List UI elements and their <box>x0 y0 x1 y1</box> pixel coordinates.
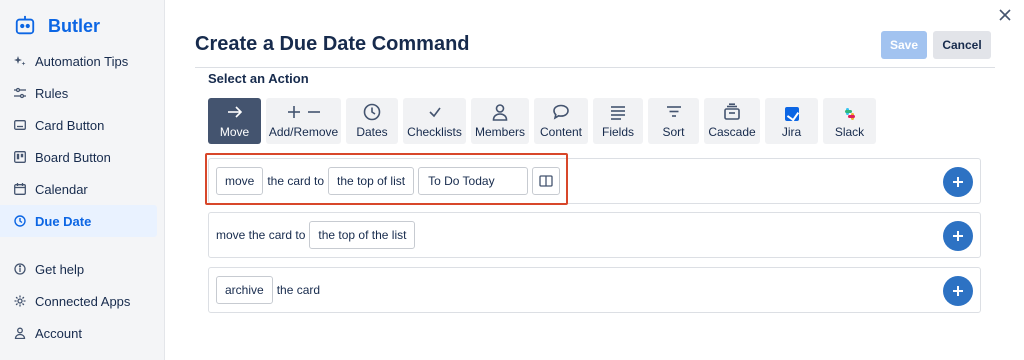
tool-cascade[interactable]: Cascade <box>704 98 760 144</box>
slack-logo-icon <box>843 107 857 121</box>
sidebar-item-rules[interactable]: Rules <box>0 77 157 109</box>
sort-icon <box>666 106 681 117</box>
clock-icon <box>363 103 381 121</box>
butler-brand[interactable]: Butler <box>14 14 100 38</box>
sidebar-item-account[interactable]: Account <box>0 317 157 349</box>
position-dropdown[interactable]: the top of list <box>328 167 415 195</box>
person-icon <box>492 104 508 121</box>
sidebar-item-due-date[interactable]: Due Date <box>0 205 157 237</box>
plus-icon <box>953 286 963 296</box>
person-icon <box>14 327 26 339</box>
tool-label: Jira <box>781 125 802 139</box>
tool-label: Content <box>539 125 583 139</box>
slack-logo-bar <box>844 110 852 113</box>
sidebar-item-label: Board Button <box>35 149 111 165</box>
tool-slack[interactable]: Slack <box>823 98 876 144</box>
header-divider <box>195 67 995 68</box>
section-label: Select an Action <box>208 71 309 86</box>
sidebar-item-label: Due Date <box>35 213 92 229</box>
plus-icon <box>953 231 963 241</box>
sidebar-nav: Automation Tips Rules Card Button Board … <box>0 45 157 349</box>
jira-logo-icon <box>784 107 799 121</box>
tool-label: Sort <box>662 125 685 139</box>
slack-logo-bar <box>847 115 855 118</box>
arrow-right-icon <box>227 106 242 118</box>
list-name-input[interactable]: To Do Today <box>418 167 529 195</box>
add-action-button[interactable] <box>943 276 973 306</box>
speech-bubble-icon <box>553 104 569 120</box>
check-icon <box>428 107 441 118</box>
close-icon[interactable] <box>996 6 1014 24</box>
tool-content[interactable]: Content <box>534 98 588 144</box>
tool-label: Members <box>474 125 525 139</box>
sidebar-item-label: Calendar <box>35 181 88 197</box>
calendar-icon <box>14 183 26 195</box>
card-button-icon <box>14 120 26 130</box>
app-name: Butler <box>48 15 101 36</box>
columns-icon <box>539 175 553 187</box>
plus-minus-icon <box>287 106 320 118</box>
info-icon <box>14 263 26 275</box>
board-button-icon <box>14 151 26 163</box>
position-dropdown[interactable]: the top of the list <box>309 221 416 249</box>
row-text: move the card to <box>216 228 306 242</box>
cascade-icon <box>724 103 740 120</box>
tool-sort[interactable]: Sort <box>648 98 699 144</box>
tool-label: Cascade <box>708 125 756 139</box>
command-row-move-top: move the card to the top of the list <box>208 212 981 258</box>
sidebar-item-calendar[interactable]: Calendar <box>0 173 157 205</box>
tool-add-remove[interactable]: Add/Remove <box>266 98 341 144</box>
tool-dates[interactable]: Dates <box>346 98 398 144</box>
sidebar-item-label: Connected Apps <box>35 293 131 309</box>
tool-label: Add/Remove <box>268 125 339 139</box>
gear-icon <box>14 295 26 307</box>
sidebar-item-label: Rules <box>35 85 69 101</box>
sidebar-item-automation-tips[interactable]: Automation Tips <box>0 45 157 77</box>
butler-robot-icon <box>15 15 35 35</box>
clock-icon <box>14 215 26 227</box>
sparkle-icon <box>14 56 26 66</box>
sidebar-item-label: Card Button <box>35 117 105 133</box>
tool-label: Slack <box>834 125 865 139</box>
sidebar-item-board-button[interactable]: Board Button <box>0 141 157 173</box>
add-action-button[interactable] <box>943 167 973 197</box>
board-picker-button[interactable] <box>532 167 561 195</box>
tool-fields[interactable]: Fields <box>593 98 643 144</box>
sidebar-item-connected-apps[interactable]: Connected Apps <box>0 285 157 317</box>
add-action-button[interactable] <box>943 221 973 251</box>
save-button[interactable]: Save <box>881 31 927 59</box>
sidebar: Butler Automation Tips Rules Card Button… <box>0 0 165 360</box>
action-toolbar: Move Add/Remove Dates Checklists Members… <box>208 98 881 144</box>
tool-members[interactable]: Members <box>471 98 529 144</box>
verb-dropdown[interactable]: archive <box>216 276 273 304</box>
command-row-move: move the card to the top of list To Do T… <box>208 158 981 204</box>
sidebar-item-card-button[interactable]: Card Button <box>0 109 157 141</box>
page-title: Create a Due Date Command <box>195 33 470 55</box>
tool-label: Move <box>219 125 250 139</box>
plus-icon <box>953 177 963 187</box>
row-text: the card to <box>267 174 325 188</box>
tool-label: Dates <box>356 125 388 139</box>
sidebar-item-label: Account <box>35 325 82 341</box>
tool-label: Fields <box>601 125 634 139</box>
tool-move[interactable]: Move <box>208 98 261 144</box>
fields-icon <box>611 106 625 120</box>
sliders-icon <box>14 87 26 99</box>
sidebar-item-label: Get help <box>35 261 85 277</box>
sidebar-item-get-help[interactable]: Get help <box>0 253 157 285</box>
sidebar-item-label: Automation Tips <box>35 53 129 69</box>
command-row-archive: archive the card <box>208 267 981 313</box>
tool-checklists[interactable]: Checklists <box>403 98 466 144</box>
row-text: the card <box>276 283 321 297</box>
tool-label: Checklists <box>407 125 462 139</box>
cancel-button[interactable]: Cancel <box>933 31 991 59</box>
verb-dropdown[interactable]: move <box>216 167 264 195</box>
tool-jira[interactable]: Jira <box>765 98 818 144</box>
